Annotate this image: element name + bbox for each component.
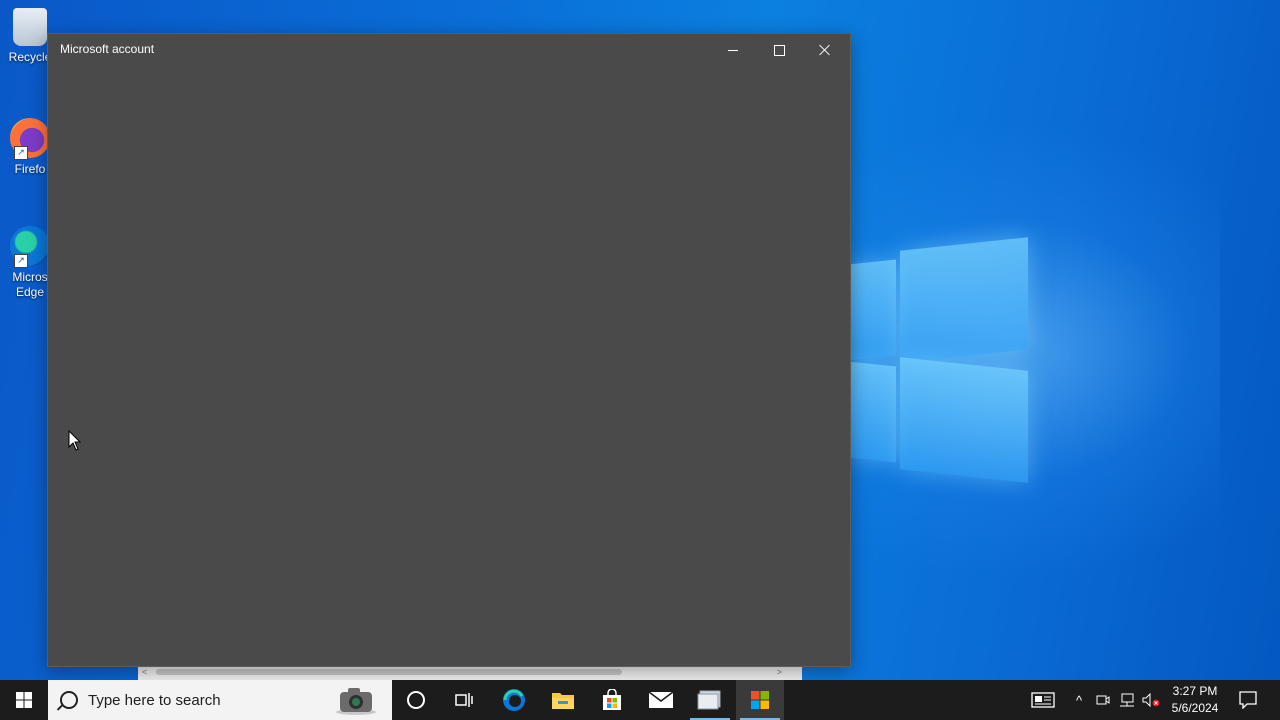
news-icon (1031, 692, 1055, 708)
action-center-button[interactable] (1228, 680, 1268, 720)
scrollbar-thumb[interactable] (156, 669, 622, 675)
volume-muted-icon (1142, 693, 1160, 707)
maximize-icon (773, 44, 785, 56)
store-bag-icon (603, 689, 621, 710)
cortana-icon (407, 691, 425, 709)
microsoft-logo-icon (751, 691, 769, 709)
taskbar-photos-button[interactable] (686, 680, 734, 720)
scroll-left-icon[interactable]: < (142, 667, 147, 677)
microsoft-account-window: Microsoft account (47, 33, 851, 667)
edge-icon: ↗ (10, 226, 50, 268)
notification-icon (1239, 691, 1257, 709)
window-title: Microsoft account (60, 42, 155, 56)
search-box[interactable]: Type here to search (48, 680, 392, 720)
shortcut-arrow-icon: ↗ (14, 254, 28, 268)
close-icon (819, 44, 831, 56)
minimize-icon (728, 49, 738, 51)
start-button[interactable] (0, 680, 48, 720)
window-content (48, 66, 850, 666)
clock-date: 5/6/2024 (1171, 701, 1219, 715)
mail-icon (648, 691, 674, 708)
shortcut-arrow-icon: ↗ (14, 146, 28, 160)
windows-start-icon (16, 692, 32, 708)
mouse-cursor-icon (68, 430, 82, 451)
network-button[interactable] (1116, 680, 1138, 720)
taskbar-microsoft-account-button[interactable] (736, 680, 784, 720)
close-button[interactable] (802, 34, 848, 66)
search-placeholder: Type here to search (88, 691, 221, 709)
title-bar[interactable]: Microsoft account (48, 34, 850, 66)
taskbar-store-button[interactable] (588, 680, 636, 720)
taskbar-edge-button[interactable] (490, 680, 538, 720)
news-widget-button[interactable] (1024, 680, 1062, 720)
search-icon (60, 691, 78, 709)
windows-logo-wallpaper (848, 237, 1030, 483)
taskbar: Type here to search ^ 3:27 PM 5/6/2024 (0, 680, 1280, 720)
volume-button[interactable] (1140, 680, 1162, 720)
minimize-button[interactable] (710, 34, 756, 66)
edge-icon (503, 689, 525, 711)
task-view-icon (455, 693, 473, 707)
meet-now-button[interactable] (1092, 680, 1114, 720)
network-icon (1120, 693, 1134, 707)
clock-button[interactable]: 3:27 PM 5/6/2024 (1164, 680, 1226, 720)
camera-icon (1096, 695, 1110, 705)
firefox-icon: ↗ (10, 118, 50, 160)
search-highlight-camera-icon (336, 688, 376, 715)
taskbar-mail-button[interactable] (637, 680, 685, 720)
recycle-bin-icon (13, 8, 47, 46)
cortana-button[interactable] (392, 680, 440, 720)
task-view-button[interactable] (440, 680, 488, 720)
chevron-up-icon: ^ (1075, 692, 1083, 708)
file-explorer-icon (552, 693, 574, 709)
clock-time: 3:27 PM (1172, 684, 1218, 698)
scroll-right-icon[interactable]: > (777, 667, 782, 677)
maximize-button[interactable] (756, 34, 802, 66)
photos-icon (697, 690, 721, 710)
taskbar-file-explorer-button[interactable] (539, 680, 587, 720)
show-hidden-icons-button[interactable]: ^ (1068, 680, 1090, 720)
